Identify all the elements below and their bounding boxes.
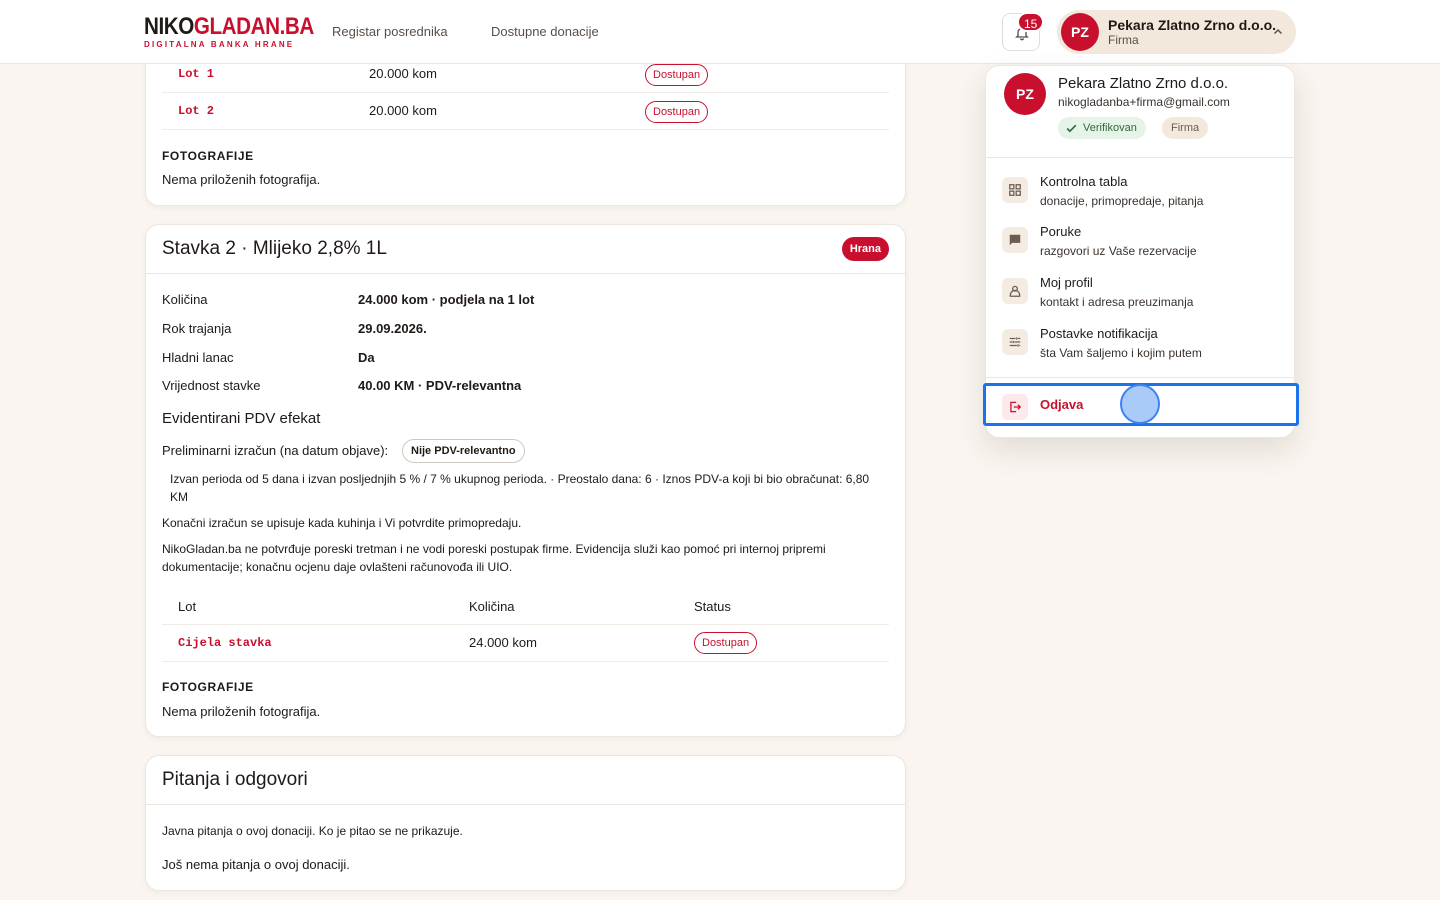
menu-item-title: Postavke notifikacija: [1040, 326, 1158, 341]
qa-empty-text: Još nema pitanja o ovoj donaciji.: [162, 857, 350, 872]
column-header-lot: Lot: [178, 599, 197, 614]
lot-quantity: 24.000 kom: [469, 635, 537, 650]
lot-code: Lot 1: [178, 67, 215, 81]
photos-heading: FOTOGRAFIJE: [162, 149, 254, 163]
column-header-status: Status: [694, 599, 731, 614]
qa-card: Pitanja i odgovori Javna pitanja o ovoj …: [145, 755, 906, 891]
dropdown-user-email: nikogladanba+firma@gmail.com: [1058, 95, 1230, 109]
menu-item-notification-settings[interactable]: Postavke notifikacija šta Vam šaljemo i …: [1002, 326, 1280, 372]
check-icon: [1066, 124, 1077, 133]
avatar: PZ: [1061, 13, 1099, 51]
item-title: Stavka 2 · Mlijeko 2,8% 1L: [162, 238, 387, 259]
prelim-label: Preliminarni izračun (na datum objave):: [162, 443, 389, 458]
user-menu-button[interactable]: PZ Pekara Zlatno Zrno d.o.o. Firma: [1057, 10, 1296, 54]
detail-label: Količina: [162, 292, 208, 307]
nav-dostupne-donacije[interactable]: Dostupne donacije: [491, 24, 599, 39]
vat-status-badge: Nije PDV-relevantno: [402, 439, 525, 463]
detail-label: Rok trajanja: [162, 321, 232, 336]
user-name: Pekara Zlatno Zrno d.o.o.: [1108, 17, 1277, 33]
detail-value: 29.09.2026.: [358, 321, 427, 336]
detail-label: Hladni lanac: [162, 350, 234, 365]
notifications-count-badge: 15: [1017, 12, 1045, 32]
dashboard-icon: [1002, 177, 1028, 203]
chat-icon: [1002, 227, 1028, 253]
divider: [986, 377, 1294, 378]
menu-item-subtitle: donacije, primopredaje, pitanja: [1040, 194, 1204, 208]
menu-item-subtitle: razgovori uz Vaše rezervacije: [1040, 244, 1197, 258]
dropdown-user-name: Pekara Zlatno Zrno d.o.o.: [1058, 75, 1229, 92]
table-row: Lot 2 20.000 kom Dostupan: [162, 93, 889, 130]
divider: [986, 157, 1294, 158]
vat-heading: Evidentirani PDV efekat: [162, 410, 321, 427]
category-badge: Hrana: [841, 237, 889, 261]
qa-intro: Javna pitanja o ovoj donaciji. Ko je pit…: [162, 824, 463, 838]
verified-badge: Verifikovan: [1058, 117, 1146, 139]
menu-item-title: Kontrolna tabla: [1040, 174, 1128, 189]
detail-value: Da: [358, 350, 375, 365]
divider: [146, 273, 905, 274]
detail-value: 24.000 kom · podjela na 1 lot: [358, 292, 535, 307]
top-bar: NIKOGLADAN.BA DIGITALNA BANKA HRANE Regi…: [0, 0, 1440, 64]
menu-item-title: Moj profil: [1040, 275, 1093, 290]
cursor-indicator: [1120, 384, 1160, 424]
table-row: Cijela stavka 24.000 kom Dostupan: [162, 625, 889, 662]
final-note: Konačni izračun se upisuje kada kuhinja …: [162, 516, 522, 530]
lot-code: Lot 2: [178, 104, 215, 118]
person-icon: [1002, 278, 1028, 304]
logo[interactable]: NIKOGLADAN.BA DIGITALNA BANKA HRANE: [144, 13, 342, 50]
menu-item-messages[interactable]: Poruke razgovori uz Vaše rezervacije: [1002, 224, 1280, 270]
qa-title: Pitanja i odgovori: [162, 769, 308, 790]
nav-registar-posrednika[interactable]: Registar posrednika: [332, 24, 448, 39]
item-2-card: Stavka 2 · Mlijeko 2,8% 1L Hrana Količin…: [145, 224, 906, 737]
menu-item-dashboard[interactable]: Kontrolna tabla donacije, primopredaje, …: [1002, 174, 1280, 220]
status-badge: Dostupan: [694, 632, 758, 654]
prelim-note: Izvan perioda od 5 dana i izvan posljedn…: [170, 472, 870, 504]
menu-item-subtitle: šta Vam šaljemo i kojim putem: [1040, 346, 1202, 360]
status-badge: Dostupan: [645, 101, 709, 123]
tune-icon: [1002, 329, 1028, 355]
logo-tagline: DIGITALNA BANKA HRANE: [144, 40, 295, 49]
role-badge: Firma: [1162, 117, 1209, 139]
divider: [146, 804, 905, 805]
detail-value: 40.00 KM · PDV-relevantna: [358, 378, 522, 393]
menu-item-subtitle: kontakt i adresa preuzimanja: [1040, 295, 1194, 309]
status-badge: Dostupan: [645, 64, 709, 86]
item-1-card: Lot 1 20.000 kom Dostupan Lot 2 20.000 k…: [145, 40, 906, 206]
photos-heading: FOTOGRAFIJE: [162, 680, 254, 694]
user-role: Firma: [1108, 33, 1139, 47]
detail-label: Vrijednost stavke: [162, 378, 261, 393]
logo-wordmark: NIKOGLADAN.BA: [144, 13, 314, 40]
photos-empty-text: Nema priloženih fotografija.: [162, 172, 321, 187]
logout-icon: [1002, 394, 1028, 420]
chevron-up-icon: [1273, 28, 1283, 35]
lot-quantity: 20.000 kom: [369, 103, 437, 118]
avatar: PZ: [1004, 73, 1046, 115]
lot-quantity: 20.000 kom: [369, 66, 437, 81]
logout-label: Odjava: [1040, 397, 1084, 412]
disclaimer: NikoGladan.ba ne potvrđuje poreski tretm…: [162, 542, 826, 574]
user-dropdown-menu: PZ Pekara Zlatno Zrno d.o.o. nikogladanb…: [983, 65, 1299, 438]
menu-item-profile[interactable]: Moj profil kontakt i adresa preuzimanja: [1002, 275, 1280, 321]
column-header-quantity: Količina: [469, 599, 515, 614]
menu-item-title: Poruke: [1040, 224, 1082, 239]
lot-code: Cijela stavka: [178, 636, 272, 650]
photos-empty-text: Nema priloženih fotografija.: [162, 704, 321, 719]
